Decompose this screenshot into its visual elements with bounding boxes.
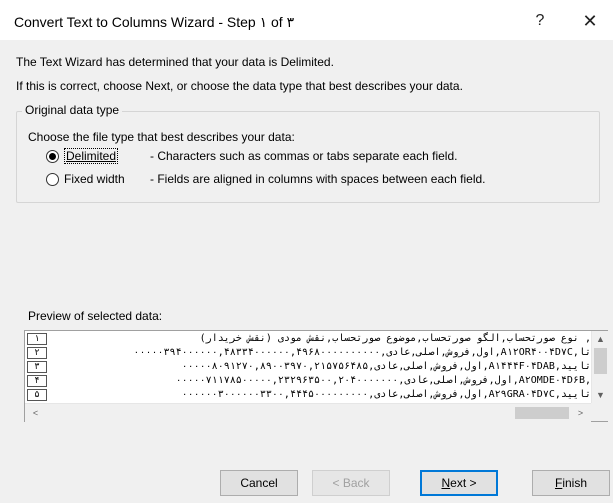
radio-label-text: Delimited <box>66 149 117 163</box>
preview-content: ۱ نوع صورتحساب,الگو صورتحساب,موضوع صورتح… <box>25 331 591 403</box>
horizontal-scroll-thumb[interactable] <box>515 407 569 419</box>
help-button[interactable]: ? <box>520 6 560 36</box>
radio-label-delimited[interactable]: Delimited <box>64 148 119 164</box>
close-button[interactable]: ✕ <box>570 6 610 36</box>
intro-line-1: The Text Wizard has determined that your… <box>16 55 334 69</box>
finish-button[interactable]: Finish <box>532 470 610 496</box>
preview-row: ۴ اول,فروش,اصلی,عادی,۰۰۰۰۰۷۱۱۷۸۵۰۰۰۰۰,۲۳… <box>25 374 591 388</box>
preview-row: ۳ اول,فروش,اصلی,عادی,۰۰۰۰۰۸۰۹۱۲۷۰,۸۹۰۰۳۹… <box>25 360 591 374</box>
group-legend: Original data type <box>22 103 123 117</box>
radio-fixed-width[interactable]: Fixed width - Fields are aligned in colu… <box>46 170 486 188</box>
radio-label-fixed-width[interactable]: Fixed width <box>64 172 125 186</box>
row-number: ۲ <box>27 347 47 359</box>
file-type-prompt: Choose the file type that best describes… <box>28 130 295 144</box>
finish-accel: F <box>554 476 563 490</box>
radio-delimited[interactable]: Delimited - Characters such as commas or… <box>46 147 457 165</box>
vertical-scroll-thumb[interactable] <box>594 348 607 374</box>
scroll-corner <box>591 403 608 421</box>
next-accel: N <box>441 476 451 490</box>
title-bar: Convert Text to Columns Wizard - Step ۱ … <box>0 0 613 40</box>
close-icon: ✕ <box>582 10 598 31</box>
cancel-button[interactable]: Cancel <box>220 470 298 496</box>
preview-row: ۵ اول,فروش,اصلی,عادی,۰۰۰۰۰۰۳۰۰۰۰۰۰۳۳۰۰,۴… <box>25 388 591 402</box>
row-number: ۴ <box>27 375 47 387</box>
window-title: Convert Text to Columns Wizard - Step ۱ … <box>14 14 295 30</box>
row-text: اول,فروش,اصلی,عادی,۰۰۰۰۰۷۱۱۷۸۵۰۰۰۰۰,۲۳۲۹… <box>175 375 591 386</box>
data-preview-box[interactable]: ۱ نوع صورتحساب,الگو صورتحساب,موضوع صورتح… <box>24 330 609 422</box>
radio-button-delimited[interactable] <box>46 149 59 163</box>
row-text: نوع صورتحساب,الگو صورتحساب,موضوع صورتحسا… <box>199 333 591 344</box>
row-number: ۵ <box>27 389 47 401</box>
row-text: اول,فروش,اصلی,عادی,۰۰۰۰۰۳۹۴۰۰۰۰۰۰,۴۸۳۳۴۰… <box>133 347 591 358</box>
row-text: اول,فروش,اصلی,عادی,۰۰۰۰۰۸۰۹۱۲۷۰,۸۹۰۰۳۹۷۰… <box>181 361 591 372</box>
row-number: ۱ <box>27 333 47 345</box>
next-button[interactable]: Next > <box>420 470 498 496</box>
scroll-right-icon[interactable]: > <box>572 406 589 420</box>
horizontal-scrollbar[interactable]: < > <box>25 403 591 422</box>
intro-line-2: If this is correct, choose Next, or choo… <box>16 79 463 93</box>
finish-rest: inish <box>562 476 588 490</box>
row-number: ۳ <box>27 361 47 373</box>
preview-row: ۱ نوع صورتحساب,الگو صورتحساب,موضوع صورتح… <box>25 332 591 346</box>
help-icon: ? <box>535 12 545 29</box>
row-text: اول,فروش,اصلی,عادی,۰۰۰۰۰۰۳۰۰۰۰۰۰۳۳۰۰,۴۴۴… <box>181 389 591 400</box>
radio-selected-dot <box>49 152 56 160</box>
next-rest: ext > <box>450 476 477 490</box>
scroll-left-icon[interactable]: < <box>27 406 44 420</box>
radio-button-fixed-width[interactable] <box>46 172 59 186</box>
vertical-scrollbar[interactable]: ▲ ▼ <box>591 331 609 403</box>
back-button[interactable]: < Back <box>312 470 390 496</box>
radio-desc-fixed-width: - Fields are aligned in columns with spa… <box>150 172 486 186</box>
radio-desc-delimited: - Characters such as commas or tabs sepa… <box>150 149 458 163</box>
preview-row: ۲ اول,فروش,اصلی,عادی,۰۰۰۰۰۳۹۴۰۰۰۰۰۰,۴۸۳۳… <box>25 346 591 360</box>
preview-label: Preview of selected data: <box>28 309 163 323</box>
scroll-up-icon[interactable]: ▲ <box>592 332 609 346</box>
scroll-down-icon[interactable]: ▼ <box>592 388 609 402</box>
